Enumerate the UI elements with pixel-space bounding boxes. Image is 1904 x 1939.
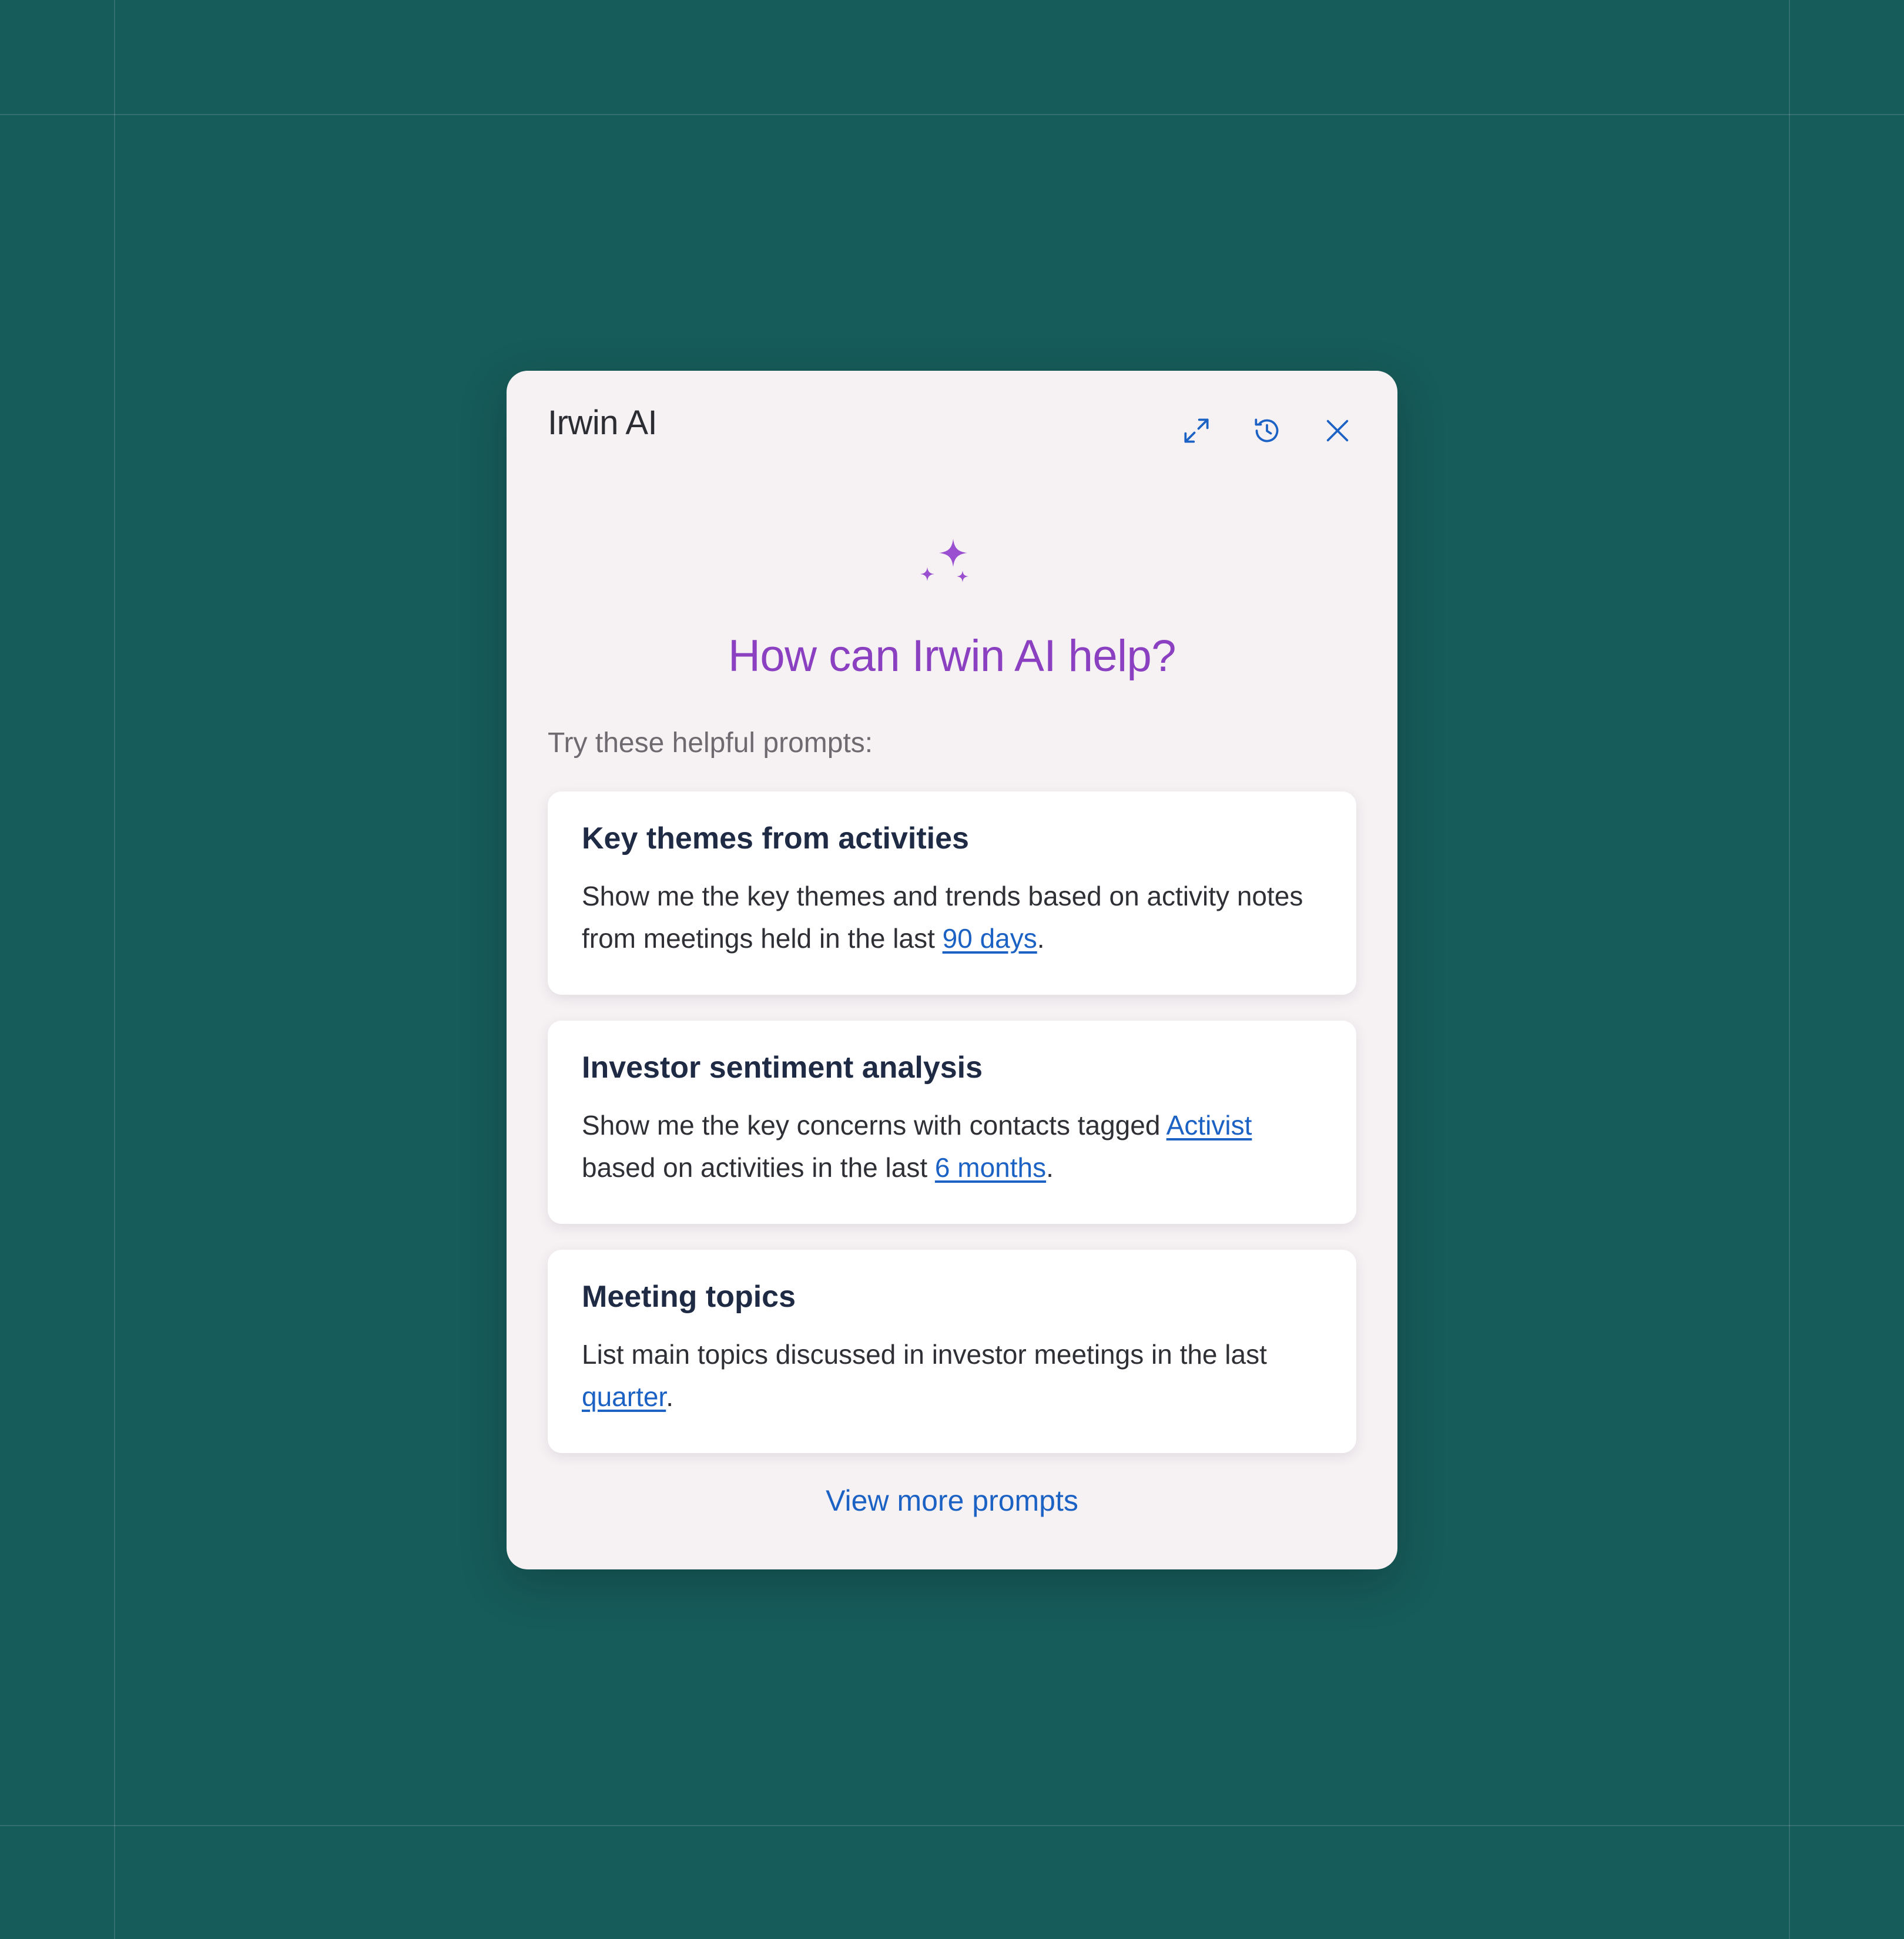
prompt-card-title: Meeting topics <box>582 1280 796 1314</box>
irwin-ai-panel: Irwin AI How can Irwin AI help? Try thes… <box>507 371 1397 1569</box>
prompt-text-part: . <box>1046 1152 1054 1183</box>
panel-title: Irwin AI <box>548 404 658 442</box>
prompt-text-part: . <box>666 1381 673 1412</box>
expand-button[interactable] <box>1178 412 1215 449</box>
view-more-prompts-link[interactable]: View more prompts <box>507 1486 1397 1515</box>
prompt-card-investor-sentiment[interactable]: Investor sentiment analysis Show me the … <box>548 1021 1356 1224</box>
prompt-card-text: Show me the key concerns with contacts t… <box>582 1104 1322 1189</box>
time-range-link[interactable]: quarter <box>582 1381 666 1412</box>
prompt-card-meeting-topics[interactable]: Meeting topics List main topics discusse… <box>548 1250 1356 1453</box>
history-button[interactable] <box>1248 412 1286 449</box>
prompt-card-text: Show me the key themes and trends based … <box>582 875 1322 960</box>
expand-icon <box>1184 418 1209 443</box>
tag-link[interactable]: Activist <box>1166 1110 1252 1140</box>
hero-title: How can Irwin AI help? <box>728 631 1176 681</box>
sparkle-icon <box>920 539 968 582</box>
prompt-text-part: Show me the key concerns with contacts t… <box>582 1110 1166 1140</box>
history-icon <box>1255 418 1279 442</box>
header-actions <box>1178 412 1356 449</box>
guide-line-right <box>1789 0 1790 1939</box>
prompt-text-part: based on activities in the last <box>582 1152 935 1183</box>
prompt-card-key-themes[interactable]: Key themes from activities Show me the k… <box>548 791 1356 995</box>
prompt-cards: Key themes from activities Show me the k… <box>548 791 1356 1479</box>
close-icon <box>1326 420 1349 442</box>
time-range-link[interactable]: 6 months <box>935 1152 1046 1183</box>
guide-line-left <box>114 0 115 1939</box>
time-range-link[interactable]: 90 days <box>943 923 1037 954</box>
prompts-label: Try these helpful prompts: <box>548 727 873 759</box>
prompt-card-title: Key themes from activities <box>582 821 969 856</box>
guide-line-top <box>0 114 1904 115</box>
guide-line-bottom <box>0 1825 1904 1826</box>
prompt-text-part: List main topics discussed in investor m… <box>582 1339 1267 1370</box>
prompt-text-part: . <box>1037 923 1045 954</box>
prompt-card-title: Investor sentiment analysis <box>582 1051 983 1085</box>
close-button[interactable] <box>1319 412 1356 449</box>
prompt-card-text: List main topics discussed in investor m… <box>582 1333 1322 1418</box>
